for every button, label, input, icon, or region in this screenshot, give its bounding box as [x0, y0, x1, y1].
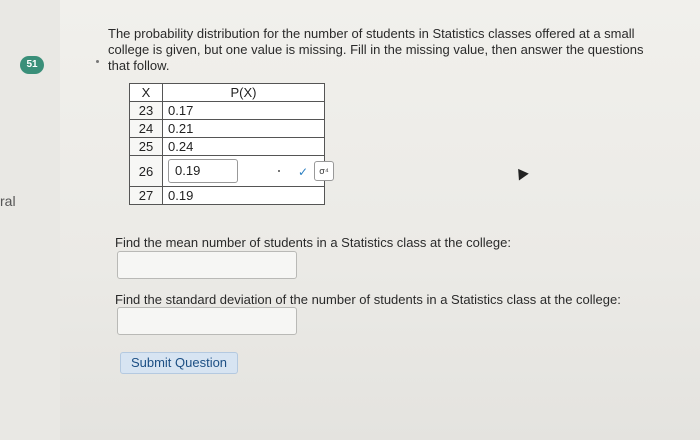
mean-answer-input[interactable]	[117, 251, 297, 279]
cell-px: 0.17	[162, 101, 325, 120]
cell-x: 23	[129, 101, 163, 120]
side-text: ral	[0, 193, 16, 209]
dot-mark	[278, 170, 280, 172]
cell-x: 25	[129, 137, 163, 156]
missing-value-cell: 0.19 ✓ σ⁴	[162, 155, 334, 187]
header-px: P(X)	[162, 83, 325, 102]
cell-x: 26	[129, 155, 163, 187]
mean-question-label: Find the mean number of students in a St…	[115, 235, 511, 250]
cell-x: 24	[129, 119, 163, 138]
header-x: X	[129, 83, 163, 102]
std-dev-question-label: Find the standard deviation of the numbe…	[115, 292, 621, 307]
cell-px: 0.24	[162, 137, 325, 156]
cell-x: 27	[129, 186, 163, 205]
probability-table: X P(X) 23 0.17 24 0.21 25 0.24 26 0.19 ✓…	[129, 83, 334, 205]
question-prompt: The probability distribution for the num…	[108, 26, 644, 73]
question-number-badge[interactable]: 51	[20, 56, 44, 74]
cell-px: 0.21	[162, 119, 325, 138]
math-symbol-button[interactable]: σ⁴	[314, 161, 334, 181]
submit-question-button[interactable]: Submit Question	[120, 352, 238, 374]
std-dev-answer-input[interactable]	[117, 307, 297, 335]
page: 51 ral The probability distribution for …	[0, 0, 700, 440]
mouse-cursor-icon	[513, 165, 529, 181]
cell-px: 0.19	[162, 186, 325, 205]
bullet-icon	[96, 60, 99, 63]
missing-value-input[interactable]: 0.19	[168, 159, 238, 183]
checkmark-icon: ✓	[298, 165, 309, 179]
